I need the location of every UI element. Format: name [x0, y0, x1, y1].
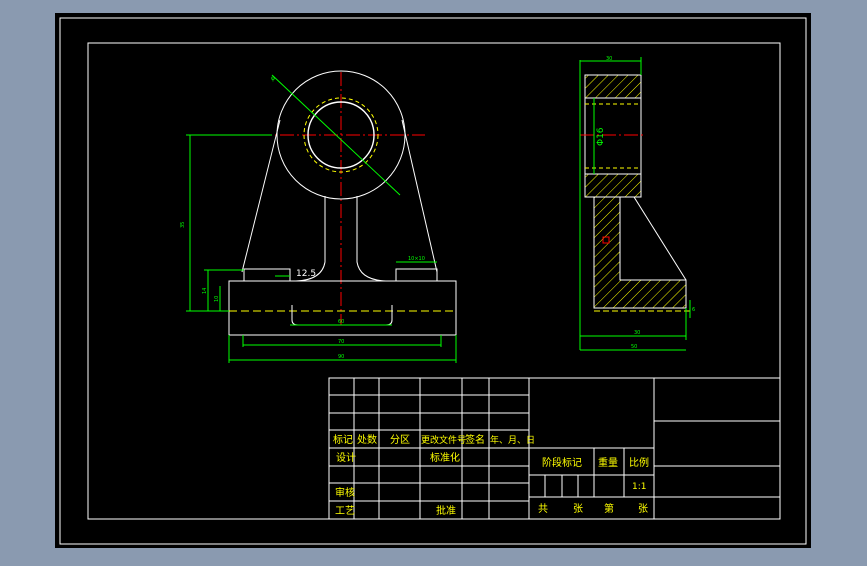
- dim-base-width: 30: [634, 330, 640, 336]
- tb-sheet-no: 第: [604, 502, 614, 515]
- tb-process: 工艺: [335, 505, 355, 517]
- tb-stage-mark: 阶段标记: [542, 456, 582, 469]
- dim-inner: 10: [214, 296, 220, 302]
- tb-standardize: 标准化: [430, 451, 460, 464]
- tb-scale: 比例: [629, 456, 649, 469]
- upper-section-bottom-hatch: [584, 173, 642, 198]
- tb-approve: 批准: [436, 504, 456, 517]
- tb-signature: 签名: [465, 433, 485, 446]
- dim-left-small: 14: [202, 288, 208, 294]
- tb-sheet-unit: 张: [638, 503, 648, 515]
- upper-section-top-hatch: [584, 74, 642, 99]
- tb-change-doc: 更改文件号: [421, 434, 466, 446]
- dim-slot: 10×10: [408, 256, 425, 262]
- dim-top-width: 30: [606, 56, 612, 62]
- cad-canvas: φ 35 14 10 12.5 10×10 60 70 90 Φ16 30 30…: [0, 0, 867, 562]
- dim-base-height: 6: [692, 307, 695, 313]
- tb-zone: 分区: [390, 434, 410, 446]
- tb-review: 审核: [335, 486, 355, 499]
- tb-date: 年、月、日: [490, 434, 535, 446]
- tb-weight: 重量: [598, 456, 618, 469]
- bore-symbol: φ: [271, 75, 275, 82]
- cad-drawing: φ 35 14 10 12.5 10×10 60 70 90 Φ16 30 30…: [55, 13, 811, 548]
- dim-left-height: 35: [180, 222, 186, 228]
- tb-total: 共: [538, 503, 548, 515]
- dim-bore-diameter: Φ16: [596, 127, 606, 146]
- tb-design: 设计: [336, 451, 356, 464]
- tb-scale-value: 1:1: [632, 482, 646, 492]
- dim-total-width: 50: [631, 344, 637, 350]
- dim-base-inner: 70: [338, 339, 344, 345]
- dim-wall-thickness: 12.5: [296, 269, 316, 279]
- dim-slot-width: 60: [338, 319, 344, 325]
- tb-count: 处数: [357, 433, 377, 446]
- tb-sheets: 张: [573, 503, 583, 515]
- tb-marker: 标记: [333, 434, 353, 446]
- dim-base-total: 90: [338, 354, 344, 360]
